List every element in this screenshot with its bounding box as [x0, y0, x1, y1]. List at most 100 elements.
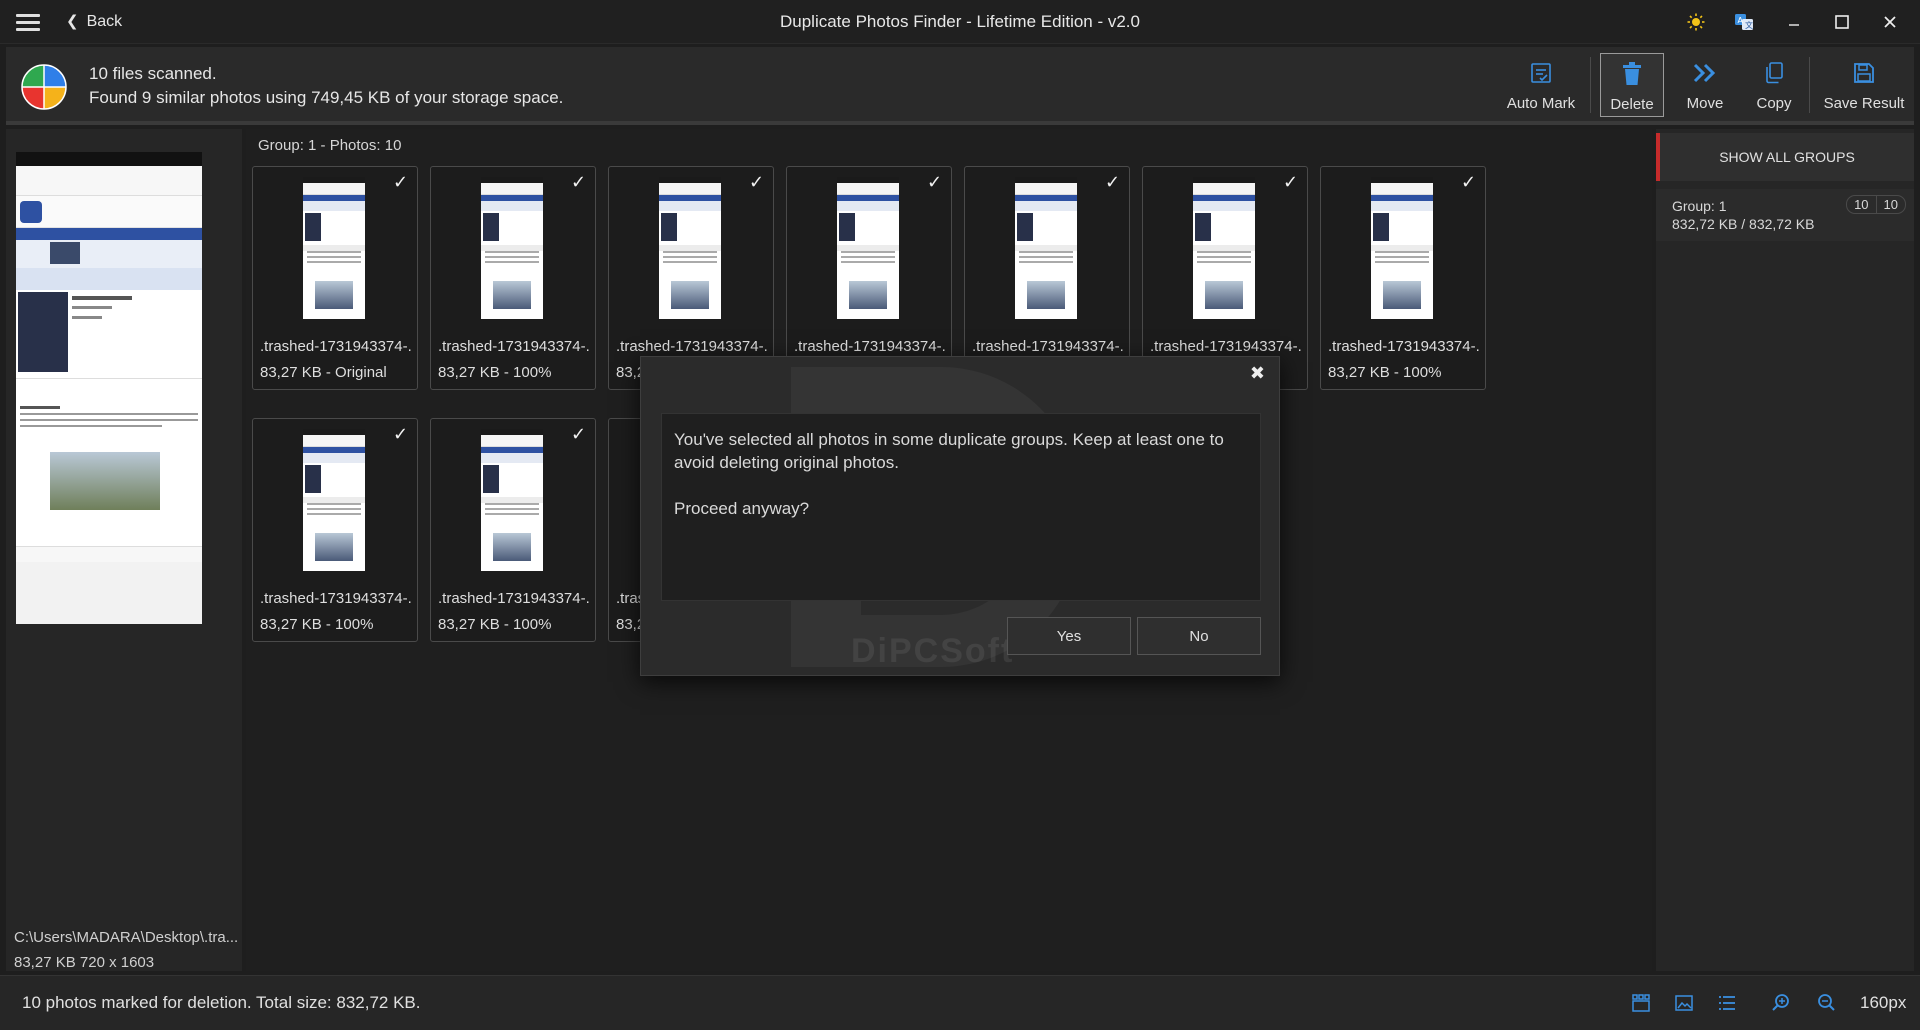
dialog-close-icon[interactable]: ✖	[1250, 363, 1265, 384]
chevron-left-icon: ❮	[66, 13, 79, 30]
preview-buttons-row	[16, 378, 202, 402]
photo-thumbnail	[481, 177, 543, 319]
dialog-message-text: You've selected all photos in some dupli…	[674, 430, 1224, 472]
total-count-badge: 10	[1875, 196, 1905, 213]
checkmark-icon[interactable]: ✓	[749, 173, 767, 191]
photo-thumbnail	[837, 177, 899, 319]
title-bar: ❮ Back Duplicate Photos Finder - Lifetime…	[0, 0, 1920, 44]
photo-name: .trashed-1731943374-...	[260, 590, 412, 607]
checkmark-icon[interactable]: ✓	[571, 425, 589, 443]
confirm-delete-dialog: DiPCSoft ✖ You've selected all photos in…	[640, 356, 1280, 676]
deletion-summary-text: 10 photos marked for deletion. Total siz…	[22, 993, 421, 1012]
checkmark-icon[interactable]: ✓	[571, 173, 589, 191]
image-view-icon[interactable]	[1672, 991, 1696, 1015]
photo-card[interactable]: ✓ .trashed-1731943374-... 83,27 KB - 100…	[430, 418, 596, 642]
groups-panel: SHOW ALL GROUPS Group: 1 832,72 KB / 832…	[1656, 129, 1914, 971]
thumbnail-size-label: 160px	[1860, 993, 1907, 1012]
checkmark-icon[interactable]: ✓	[1461, 173, 1479, 191]
preview-browser-bar	[16, 166, 202, 196]
photo-thumbnail	[1015, 177, 1077, 319]
copy-button[interactable]: Copy	[1742, 53, 1806, 117]
group-size: 832,72 KB / 832,72 KB	[1672, 216, 1815, 232]
show-all-groups-button[interactable]: SHOW ALL GROUPS	[1656, 133, 1914, 181]
zoom-out-icon[interactable]	[1814, 991, 1838, 1015]
move-button[interactable]: Move	[1673, 53, 1737, 117]
auto-mark-button[interactable]: Auto Mark	[1501, 53, 1581, 117]
preview-bottom-bar	[16, 546, 202, 562]
checkmark-icon[interactable]: ✓	[1283, 173, 1301, 191]
photo-size: 83,27 KB - 100%	[1328, 364, 1442, 381]
minimize-icon[interactable]	[1778, 8, 1810, 36]
photo-thumbnail	[303, 429, 365, 571]
preview-site-header	[16, 228, 202, 240]
preview-title-strip	[16, 268, 202, 290]
file-path-text: C:\Users\MADARA\Desktop\.tra...	[14, 929, 239, 946]
menu-icon[interactable]	[16, 10, 40, 34]
photo-size: 83,27 KB - 100%	[438, 364, 552, 381]
group-title: Group: 1	[1672, 198, 1727, 214]
app-logo-pie-icon	[21, 64, 67, 110]
copy-icon	[1758, 57, 1790, 89]
window-title: Duplicate Photos Finder - Lifetime Editi…	[779, 12, 1140, 31]
back-label: Back	[86, 13, 123, 30]
photo-name: .trashed-1731943374-...	[972, 338, 1124, 355]
checkmark-icon[interactable]: ✓	[393, 425, 411, 443]
photo-card[interactable]: ✓ .trashed-1731943374-... 83,27 KB - 100…	[1320, 166, 1486, 390]
group-list-item[interactable]: Group: 1 832,72 KB / 832,72 KB 10 10	[1656, 189, 1914, 241]
similar-photos-text: Found 9 similar photos using 749,45 KB o…	[89, 88, 564, 107]
delete-button[interactable]: Delete	[1600, 53, 1664, 117]
dialog-question-text: Proceed anyway?	[674, 499, 810, 518]
svg-text:文: 文	[1745, 20, 1753, 30]
photo-preview	[16, 152, 202, 624]
photo-thumbnail	[659, 177, 721, 319]
photo-name: .trashed-1731943374-...	[438, 338, 590, 355]
photo-name: .trashed-1731943374-...	[616, 338, 768, 355]
photo-name: .trashed-1731943374-...	[1150, 338, 1302, 355]
preview-synopsis	[16, 402, 202, 452]
checkmark-icon[interactable]: ✓	[1105, 173, 1123, 191]
marked-count-badge: 10	[1854, 197, 1869, 212]
file-info-text: 83,27 KB 720 x 1603	[14, 954, 155, 971]
close-icon[interactable]	[1874, 8, 1906, 36]
preview-ad-strip	[16, 240, 202, 268]
photo-thumbnail	[303, 177, 365, 319]
auto-mark-icon	[1525, 57, 1557, 89]
save-icon	[1848, 57, 1880, 89]
photo-card[interactable]: ✓ .trashed-1731943374-... 83,27 KB - 100…	[430, 166, 596, 390]
photo-name: .trashed-1731943374-...	[1328, 338, 1480, 355]
svg-text:A: A	[1738, 16, 1744, 25]
preview-panel: C:\Users\MADARA\Desktop\.tra... 83,27 KB…	[6, 129, 242, 971]
save-result-button[interactable]: Save Result	[1818, 53, 1910, 117]
photo-name: .trashed-1731943374-...	[794, 338, 946, 355]
photo-name: .trashed-1731943374-...	[438, 590, 590, 607]
yes-button[interactable]: Yes	[1007, 617, 1131, 655]
grid-view-icon[interactable]	[1629, 991, 1653, 1015]
photo-card[interactable]: ✓ .trashed-1731943374-... 83,27 KB - Ori…	[252, 166, 418, 390]
group-count-badges: 10 10	[1846, 195, 1906, 214]
translate-icon[interactable]: A文	[1728, 8, 1760, 36]
toolbar-separator	[1590, 57, 1591, 113]
photo-thumbnail	[481, 429, 543, 571]
no-button[interactable]: No	[1137, 617, 1261, 655]
photo-name: .trashed-1731943374-...	[260, 338, 412, 355]
move-icon	[1689, 57, 1721, 89]
checkmark-icon[interactable]: ✓	[927, 173, 945, 191]
dialog-message-box: You've selected all photos in some dupli…	[661, 413, 1261, 601]
preview-ad-photo	[16, 452, 202, 512]
back-button[interactable]: ❮ Back	[66, 12, 122, 31]
preview-status-strip	[16, 152, 202, 166]
toolbar-separator	[1809, 57, 1810, 113]
checkmark-icon[interactable]: ✓	[393, 173, 411, 191]
photo-size: 83,27 KB - 100%	[438, 616, 552, 633]
theme-sun-icon[interactable]	[1680, 8, 1712, 36]
photo-thumbnail	[1193, 177, 1255, 319]
list-view-icon[interactable]	[1715, 991, 1739, 1015]
photo-card[interactable]: ✓ .trashed-1731943374-... 83,27 KB - 100…	[252, 418, 418, 642]
scan-summary-header: 10 files scanned. Found 9 similar photos…	[6, 47, 1914, 125]
trash-icon	[1616, 58, 1648, 90]
preview-anime-info	[16, 290, 202, 378]
zoom-in-icon[interactable]	[1769, 991, 1793, 1015]
maximize-icon[interactable]	[1826, 8, 1858, 36]
status-bar: 10 photos marked for deletion. Total siz…	[0, 975, 1920, 1030]
preview-app-banner	[16, 196, 202, 228]
